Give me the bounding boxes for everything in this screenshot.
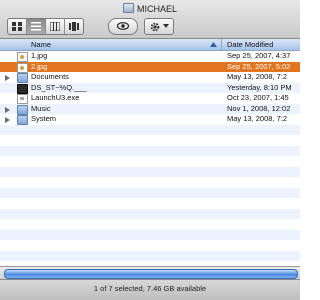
file-name: LaunchU3.exe <box>31 93 80 102</box>
scroll-thumb[interactable] <box>4 269 298 279</box>
view-switcher[interactable] <box>7 18 84 35</box>
icon-view-button[interactable] <box>8 19 27 34</box>
file-date-modified: Sep 25, 2007, 4:37 <box>227 51 291 60</box>
file-name: 2.jpg <box>31 61 48 71</box>
file-row[interactable]: Music Nov 1, 2008, 12:02 <box>0 103 300 115</box>
horizontal-scrollbar[interactable] <box>0 266 300 279</box>
name-column-header[interactable]: Name <box>31 39 51 50</box>
file-name: 1.jpg <box>31 51 48 60</box>
file-name: DS_ST~%Q.___ <box>31 82 87 92</box>
file-list: 1.jpg Sep 25, 2007, 4:37 2.jpg Sep 25, 2007… <box>0 51 300 265</box>
column-header: Name Date Modified <box>0 39 300 51</box>
empty-row <box>0 198 300 209</box>
file-date-modified: Yesterday, 8:10 PM <box>227 82 292 92</box>
file-name: Music <box>31 103 51 113</box>
gear-icon <box>150 22 160 32</box>
eye-icon <box>117 22 129 30</box>
finder-window: MICHAEL Name Date Modified 1.jpg Sep 25,… <box>0 0 300 300</box>
empty-row <box>0 124 300 135</box>
file-row[interactable]: Documents May 13, 2008, 7:2 <box>0 72 300 83</box>
empty-row <box>0 240 300 251</box>
empty-row <box>0 229 300 240</box>
coverflow-icon <box>69 22 79 31</box>
status-text: 1 of 7 selected, 7.46 GB available <box>93 284 207 293</box>
disclosure-triangle-icon[interactable] <box>5 106 10 113</box>
file-date-modified: Nov 1, 2008, 12:02 <box>227 103 291 113</box>
jpg-file-icon <box>17 52 28 62</box>
file-name: Documents <box>31 72 69 81</box>
list-view-button[interactable] <box>27 19 46 34</box>
quick-look-button[interactable] <box>108 18 138 35</box>
empty-row <box>0 145 300 156</box>
coverflow-view-button[interactable] <box>65 19 83 34</box>
empty-row <box>0 177 300 188</box>
window-title: MICHAEL <box>0 3 300 15</box>
column-divider[interactable] <box>221 39 222 50</box>
dark-file-icon <box>17 83 28 94</box>
file-row[interactable]: 1.jpg Sep 25, 2007, 4:37 <box>0 51 300 62</box>
folder-icon <box>17 115 28 125</box>
empty-row <box>0 166 300 177</box>
list-icon <box>31 22 41 31</box>
chevron-down-icon <box>163 24 169 28</box>
file-date-modified: Sep 25, 2007, 5:02 <box>227 61 291 71</box>
empty-row <box>0 208 300 219</box>
grid-icon <box>12 22 22 31</box>
file-row[interactable]: DS_ST~%Q.___ Yesterday, 8:10 PM <box>0 82 300 94</box>
column-view-button[interactable] <box>46 19 65 34</box>
disclosure-triangle-icon[interactable] <box>5 117 10 123</box>
folder-icon <box>17 104 28 115</box>
toolbar: MICHAEL <box>0 0 300 39</box>
file-row[interactable]: 2.jpg Sep 25, 2007, 5:02 <box>0 61 300 73</box>
file-date-modified: Oct 23, 2007, 1:45 <box>227 93 289 102</box>
file-name: System <box>31 114 57 123</box>
empty-row <box>0 135 300 146</box>
exe-file-icon <box>17 94 28 104</box>
empty-row <box>0 219 300 230</box>
empty-row <box>0 156 300 167</box>
file-row[interactable]: LaunchU3.exe Oct 23, 2007, 1:45 <box>0 93 300 104</box>
empty-row <box>0 250 300 261</box>
file-date-modified: May 13, 2008, 7:2 <box>227 114 288 123</box>
action-menu-button[interactable] <box>144 18 174 35</box>
empty-row <box>0 187 300 198</box>
sort-up-icon <box>210 42 217 47</box>
columns-icon <box>50 22 60 31</box>
date-column-header[interactable]: Date Modified <box>227 39 273 50</box>
window-title-text: MICHAEL <box>136 4 177 14</box>
file-row[interactable]: System May 13, 2008, 7:2 <box>0 114 300 125</box>
folder-icon <box>17 73 28 83</box>
drive-icon <box>122 3 134 13</box>
file-date-modified: May 13, 2008, 7:2 <box>227 72 288 81</box>
disclosure-triangle-icon[interactable] <box>5 75 10 81</box>
status-bar: 1 of 7 selected, 7.46 GB available <box>0 279 300 300</box>
jpg-file-icon <box>17 62 28 73</box>
